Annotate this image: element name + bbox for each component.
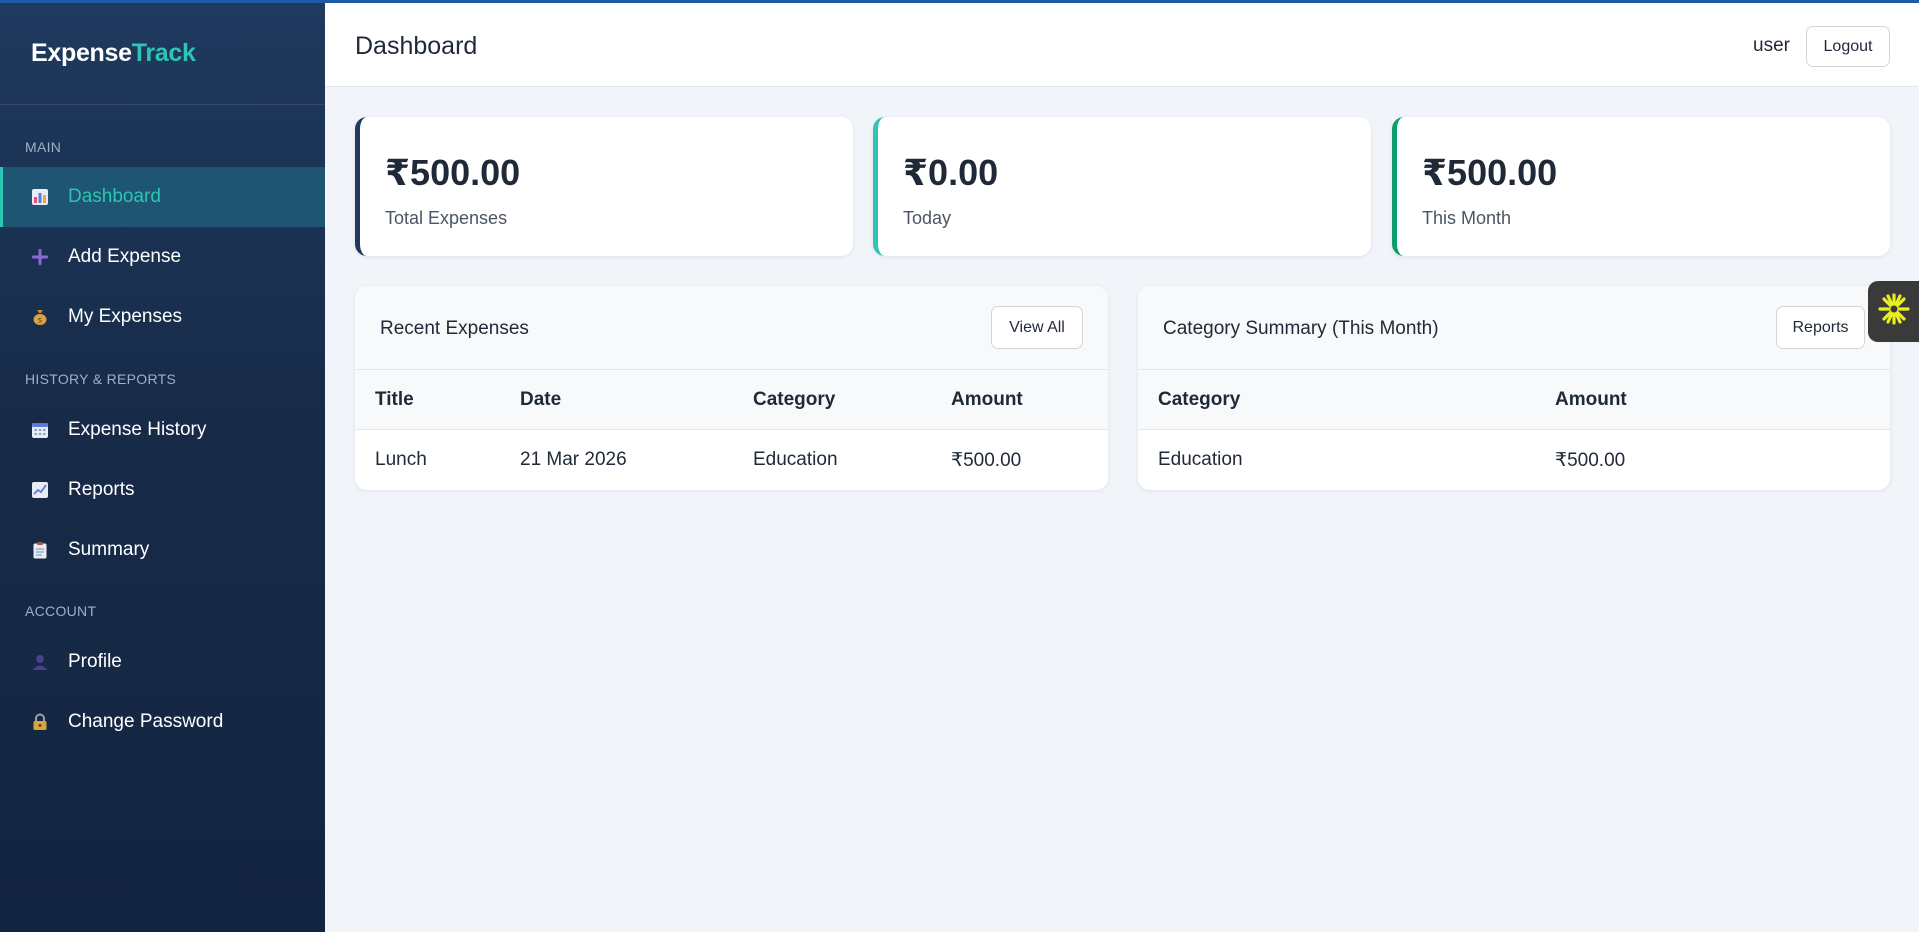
- stat-card-this-month: ₹500.00 This Month: [1392, 117, 1890, 256]
- table-header-row: Category Amount: [1138, 370, 1890, 430]
- brand-logo[interactable]: Expense Track: [0, 3, 325, 105]
- bar-chart-icon: [30, 187, 50, 207]
- table-row[interactable]: Education ₹500.00: [1138, 430, 1890, 490]
- sidebar-item-label: Change Password: [68, 711, 224, 732]
- sidebar-item-my-expenses[interactable]: $ My Expenses: [0, 287, 325, 347]
- cell-title: Lunch: [375, 449, 427, 470]
- panel-header: Category Summary (This Month) Reports: [1138, 286, 1890, 370]
- sidebar-item-label: Add Expense: [68, 246, 182, 267]
- sidebar-item-label: Reports: [68, 479, 135, 500]
- cell-category: Education: [753, 449, 838, 470]
- page-title: Dashboard: [355, 32, 478, 60]
- column-header-category: Category: [1158, 389, 1241, 410]
- floating-widget-button[interactable]: [1868, 281, 1919, 342]
- logout-button[interactable]: Logout: [1806, 26, 1890, 67]
- sidebar-item-label: Profile: [68, 651, 122, 672]
- stat-value: ₹500.00: [1422, 152, 1558, 193]
- table-row[interactable]: Lunch 21 Mar 2026 Education ₹500.00: [355, 430, 1108, 490]
- top-header: Dashboard user Logout: [325, 3, 1919, 87]
- panel-title: Category Summary (This Month): [1163, 318, 1439, 339]
- user-name: user: [1753, 35, 1790, 56]
- stat-card-today: ₹0.00 Today: [873, 117, 1371, 256]
- line-chart-icon: [30, 480, 50, 500]
- table-header-row: Title Date Category Amount: [355, 370, 1108, 430]
- cell-date: 21 Mar 2026: [520, 449, 627, 470]
- plus-icon: [30, 247, 50, 267]
- brand-part-2: Track: [131, 39, 196, 67]
- sidebar-item-add-expense[interactable]: Add Expense: [0, 227, 325, 287]
- calendar-icon: [30, 420, 50, 440]
- column-header-date: Date: [520, 389, 562, 410]
- section-label-main: MAIN: [25, 139, 62, 155]
- panel-header: Recent Expenses View All: [355, 286, 1108, 370]
- cell-category: Education: [1158, 449, 1243, 470]
- sidebar-item-summary[interactable]: Summary: [0, 520, 325, 580]
- main-content: ₹500.00 Total Expenses ₹0.00 Today ₹500.…: [325, 87, 1919, 932]
- sidebar-item-profile[interactable]: Profile: [0, 632, 325, 692]
- section-label-account: ACCOUNT: [25, 603, 97, 619]
- sidebar-item-label: My Expenses: [68, 306, 183, 327]
- svg-text:$: $: [38, 317, 42, 325]
- asterisk-icon: [1877, 292, 1911, 331]
- sidebar-item-label: Summary: [68, 539, 150, 560]
- sidebar-item-expense-history[interactable]: Expense History: [0, 400, 325, 460]
- reports-button[interactable]: Reports: [1776, 306, 1865, 349]
- column-header-amount: Amount: [951, 389, 1023, 410]
- stat-value: ₹0.00: [903, 152, 999, 193]
- cell-amount: ₹500.00: [1555, 450, 1626, 471]
- sidebar: Expense Track MAIN Dashboard Add Expense …: [0, 3, 325, 932]
- sidebar-item-dashboard[interactable]: Dashboard: [0, 167, 325, 227]
- view-all-button[interactable]: View All: [991, 306, 1083, 349]
- cell-amount: ₹500.00: [951, 450, 1022, 471]
- column-header-amount: Amount: [1555, 389, 1627, 410]
- sidebar-item-change-password[interactable]: Change Password: [0, 692, 325, 752]
- stat-label: This Month: [1422, 208, 1512, 228]
- top-accent-line: [0, 0, 1919, 3]
- stat-card-total-expenses: ₹500.00 Total Expenses: [355, 117, 853, 256]
- stat-label: Today: [903, 208, 952, 228]
- column-header-title: Title: [375, 389, 414, 410]
- column-header-category: Category: [753, 389, 836, 410]
- section-label-history-reports: HISTORY & REPORTS: [25, 371, 177, 387]
- sidebar-item-label: Dashboard: [68, 186, 161, 207]
- stat-label: Total Expenses: [385, 208, 508, 228]
- sidebar-item-reports[interactable]: Reports: [0, 460, 325, 520]
- stat-value: ₹500.00: [385, 152, 521, 193]
- lock-icon: [30, 712, 50, 732]
- brand-part-1: Expense: [31, 39, 132, 67]
- money-bag-icon: $: [30, 307, 50, 327]
- sidebar-item-label: Expense History: [68, 419, 207, 440]
- recent-expenses-panel: Recent Expenses View All Title Date Cate…: [355, 286, 1108, 490]
- panel-title: Recent Expenses: [380, 318, 529, 339]
- user-icon: [30, 652, 50, 672]
- category-summary-panel: Category Summary (This Month) Reports Ca…: [1138, 286, 1890, 490]
- clipboard-icon: [30, 540, 50, 560]
